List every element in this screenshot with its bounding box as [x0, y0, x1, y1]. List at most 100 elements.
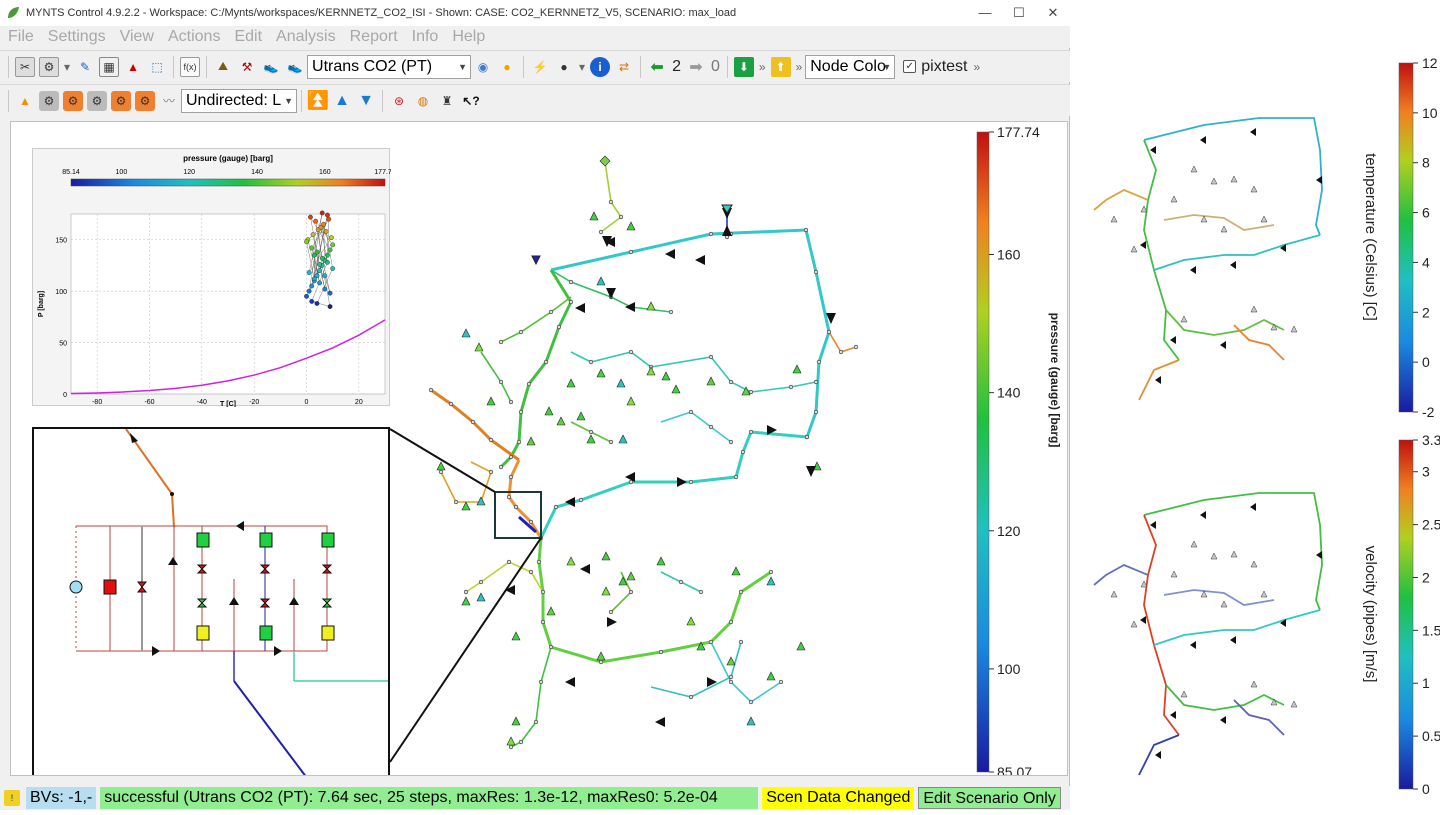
sink-triangle — [531, 255, 541, 266]
pt-scatter-point — [325, 212, 330, 218]
overflow-chevron-icon[interactable]: » — [796, 60, 803, 74]
map-pipe — [1165, 684, 1285, 711]
arrow-down-icon[interactable]: ▼ — [356, 91, 376, 111]
menu-analysis[interactable]: Analysis — [276, 28, 336, 46]
pipe-node — [518, 409, 524, 415]
settings-gear-icon[interactable]: ⚙ — [39, 56, 59, 77]
map-pipe — [1093, 189, 1149, 211]
alert-icon[interactable]: ▲ — [15, 91, 35, 111]
menu-info[interactable]: Info — [412, 28, 439, 46]
help-cursor-icon[interactable]: ↖? — [461, 91, 481, 111]
colorbar-tick-label: 0.5 — [1422, 728, 1440, 744]
map-flow-arrow — [1150, 521, 1156, 529]
pen-icon[interactable]: ✎ — [75, 57, 95, 77]
pt-colorbar — [70, 178, 386, 187]
arrow-up-icon[interactable]: ▲ — [332, 91, 352, 111]
shoe-alt-icon[interactable]: 👟 — [285, 57, 305, 77]
pipe-node — [708, 354, 714, 360]
pipe-node — [548, 309, 554, 315]
menu-help[interactable]: Help — [452, 28, 485, 46]
valve-filter-icon[interactable]: ⚙ — [87, 90, 107, 111]
chart-line-icon[interactable]: 〰 — [159, 91, 179, 111]
close-button[interactable]: ✕ — [1036, 0, 1070, 26]
grid-icon[interactable]: ▦ — [99, 56, 120, 77]
colorbar-tick-label: 8 — [1422, 155, 1430, 171]
compressor-filter-icon[interactable]: ⚙ — [111, 90, 131, 111]
pt-scatter-point — [309, 299, 315, 304]
redo-icon[interactable]: ➡ — [686, 57, 706, 77]
dropdown-arrow-icon[interactable]: ▾ — [64, 60, 70, 74]
redo-count: 0 — [710, 57, 720, 75]
flow-arrow — [665, 249, 675, 259]
pixtest-checkbox[interactable]: ✓ — [903, 60, 917, 73]
pipe-node — [448, 401, 454, 407]
browser-icon[interactable]: ◍ — [413, 91, 433, 111]
menu-report[interactable]: Report — [350, 28, 398, 46]
menu-settings[interactable]: Settings — [48, 28, 106, 46]
pipe-node — [688, 479, 694, 485]
maximize-button[interactable]: ☐ — [1002, 0, 1036, 26]
sink-triangle — [796, 641, 806, 651]
menu-edit[interactable]: Edit — [234, 28, 262, 46]
lifebuoy-icon[interactable]: ⊛ — [389, 91, 409, 111]
upload-icon[interactable]: ⬆ — [770, 56, 791, 77]
menu-view[interactable]: View — [120, 28, 154, 46]
pt-colorbar-tick: 85.14 — [62, 169, 80, 176]
map-pipe — [1153, 234, 1321, 271]
hat-icon[interactable]: ⛰ — [213, 57, 233, 77]
lightning-icon[interactable]: ⚡ — [530, 57, 550, 77]
sink-triangle — [511, 716, 521, 726]
info-icon[interactable]: i — [590, 56, 611, 77]
network-canvas[interactable]: 177.74 160 140 120 100 85.07 pressure (gauge)… — [10, 121, 1068, 776]
overflow-chevron-icon[interactable]: » — [974, 60, 981, 74]
direction-select[interactable]: Undirected: L ▼ — [181, 88, 297, 113]
sink-triangle — [731, 566, 741, 576]
minimize-button[interactable]: — — [968, 0, 1002, 26]
image-icon[interactable]: ▲ — [123, 57, 143, 77]
meter-yellow-3 — [321, 625, 335, 641]
pt-xtick-label: -60 — [144, 399, 154, 406]
sink-triangle — [596, 276, 606, 286]
pipe-node — [506, 559, 512, 565]
pipe-node — [463, 589, 469, 595]
map-flow-arrow — [1230, 261, 1236, 269]
sink-triangle — [476, 592, 486, 602]
overflow-chevron-icon[interactable]: » — [759, 60, 766, 74]
pipe-node — [813, 269, 819, 275]
formula-button[interactable]: f(x) — [180, 56, 201, 77]
sink-triangle — [656, 556, 666, 566]
eye-icon[interactable]: ◉ — [473, 57, 493, 77]
pipe-node — [778, 679, 784, 685]
arrow-up-double-icon[interactable]: ⏫ — [307, 90, 329, 111]
fluid-model-select[interactable]: Utrans CO2 (PT) ▼ — [307, 54, 472, 79]
download-icon[interactable]: ⬇ — [733, 56, 754, 77]
wrench-icon[interactable]: ⚒ — [237, 57, 257, 77]
undo-icon[interactable]: ⬅ — [647, 57, 667, 77]
velocity-map — [1093, 492, 1323, 776]
pt-xtick-label: -80 — [92, 399, 102, 406]
tools-icon[interactable]: ✂ — [15, 56, 35, 77]
map-sink — [1180, 315, 1188, 323]
edit-scenario-only-button[interactable]: Edit Scenario Only — [918, 787, 1061, 809]
swap-icon[interactable]: ⇄ — [614, 57, 634, 77]
regulator-filter-icon[interactable]: ⚙ — [135, 90, 155, 111]
pipe-node — [508, 399, 514, 405]
pipe-network — [430, 161, 857, 748]
pipe-node — [528, 519, 534, 525]
shoe-icon[interactable]: 👟 — [261, 57, 281, 77]
chess-icon[interactable]: ♜ — [437, 91, 457, 111]
colorbar-tick-label: 12 — [1422, 55, 1438, 71]
dropdown-arrow-icon[interactable]: ▾ — [579, 60, 585, 74]
globe-icon[interactable]: ● — [554, 57, 574, 77]
pipe-node — [688, 694, 694, 700]
pipe-filter-icon[interactable]: ⚙ — [63, 90, 83, 111]
menu-actions[interactable]: Actions — [168, 28, 220, 46]
map-flow-arrow — [1220, 341, 1226, 349]
menu-file[interactable]: File — [8, 28, 34, 46]
node-filter-icon[interactable]: ⚙ — [39, 90, 59, 111]
pipe-node — [568, 299, 574, 305]
sink-triangle — [706, 376, 716, 386]
warning-icon[interactable]: ● — [497, 57, 517, 77]
node-color-select[interactable]: Node Colo ▼ — [805, 54, 896, 79]
export-icon[interactable]: ⬚ — [147, 57, 167, 77]
